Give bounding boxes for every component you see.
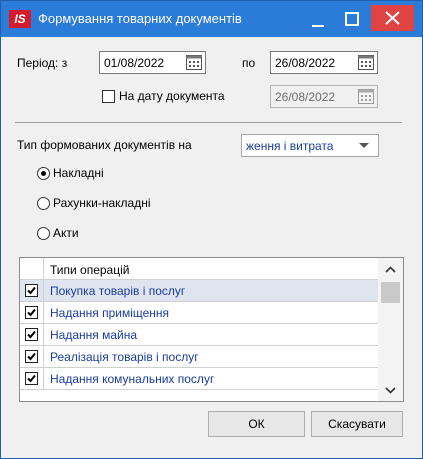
- row-checkbox[interactable]: [25, 328, 38, 341]
- radio-acts[interactable]: [37, 227, 50, 240]
- radio-invoices[interactable]: [37, 167, 50, 180]
- separator: [15, 122, 402, 123]
- radio-bills-invoices-label: Рахунки-накладні: [53, 196, 151, 210]
- period-to-value: 26/08/2022: [275, 56, 336, 70]
- checkmark-icon: [27, 352, 36, 361]
- row-label: Надання приміщення: [50, 306, 170, 320]
- period-to-label: по: [242, 56, 256, 70]
- period-to-field[interactable]: 26/08/2022: [270, 51, 378, 74]
- window-title: Формування товарних документів: [38, 11, 242, 26]
- radio-bills-invoices[interactable]: [37, 197, 50, 210]
- calendar-icon[interactable]: [358, 55, 374, 70]
- close-icon: [385, 11, 400, 25]
- vertical-scrollbar[interactable]: [378, 258, 403, 401]
- scroll-down-icon[interactable]: [378, 380, 403, 400]
- app-logo: IS: [9, 10, 31, 28]
- ok-button[interactable]: ОК: [208, 411, 305, 437]
- table-row[interactable]: Надання приміщення: [20, 302, 378, 324]
- doc-date-value: 26/08/2022: [275, 90, 336, 104]
- doc-type-select[interactable]: ження і витрата: [241, 134, 379, 157]
- calendar-icon[interactable]: [186, 55, 202, 70]
- row-label: Реалізація товарів і послуг: [50, 350, 199, 364]
- table-row[interactable]: Надання майна: [20, 324, 378, 346]
- doc-type-label: Тип формованих документів на: [17, 138, 192, 152]
- operations-grid: Типи операцій Покупка товарів і послуг Н…: [19, 257, 404, 402]
- maximize-icon: [345, 12, 359, 26]
- scrollbar-thumb[interactable]: [381, 282, 400, 303]
- checkmark-icon: [27, 330, 36, 339]
- row-checkbox[interactable]: [25, 284, 38, 297]
- doc-date-label: На дату документа: [119, 89, 225, 103]
- grid-header: Типи операцій: [20, 258, 378, 280]
- minimize-button[interactable]: [301, 1, 335, 37]
- checkmark-icon: [27, 308, 36, 317]
- title-bar[interactable]: IS Формування товарних документів: [1, 1, 422, 37]
- radio-acts-label: Акти: [53, 226, 79, 240]
- close-button[interactable]: [371, 5, 414, 31]
- row-checkbox[interactable]: [25, 350, 38, 363]
- doc-type-value: ження і витрата: [246, 139, 334, 153]
- row-label: Надання комунальних послуг: [50, 372, 215, 386]
- period-from-field[interactable]: 01/08/2022: [99, 51, 206, 74]
- row-checkbox[interactable]: [25, 372, 38, 385]
- period-from-value: 01/08/2022: [104, 56, 165, 70]
- row-checkbox[interactable]: [25, 306, 38, 319]
- column-header-operation-types[interactable]: Типи операцій: [50, 263, 129, 277]
- table-row[interactable]: Надання комунальних послуг: [20, 368, 378, 390]
- scroll-up-icon[interactable]: [378, 260, 403, 280]
- cancel-button[interactable]: Скасувати: [311, 411, 403, 437]
- radio-invoices-label: Накладні: [53, 166, 104, 180]
- header-gutter: [20, 258, 44, 280]
- chevron-down-icon: [359, 143, 369, 148]
- checkmark-icon: [27, 286, 36, 295]
- row-label: Надання майна: [50, 328, 138, 342]
- table-row[interactable]: Реалізація товарів і послуг: [20, 346, 378, 368]
- period-from-label: Період: з: [17, 56, 68, 70]
- maximize-button[interactable]: [335, 1, 369, 37]
- doc-date-field: 26/08/2022: [270, 85, 378, 108]
- calendar-icon: [358, 89, 374, 104]
- doc-date-checkbox[interactable]: [102, 90, 115, 103]
- minimize-icon: [312, 25, 324, 27]
- dialog-window: IS Формування товарних документів Період…: [0, 0, 423, 459]
- checkmark-icon: [27, 374, 36, 383]
- row-label: Покупка товарів і послуг: [50, 284, 186, 298]
- table-row[interactable]: Покупка товарів і послуг: [20, 280, 378, 302]
